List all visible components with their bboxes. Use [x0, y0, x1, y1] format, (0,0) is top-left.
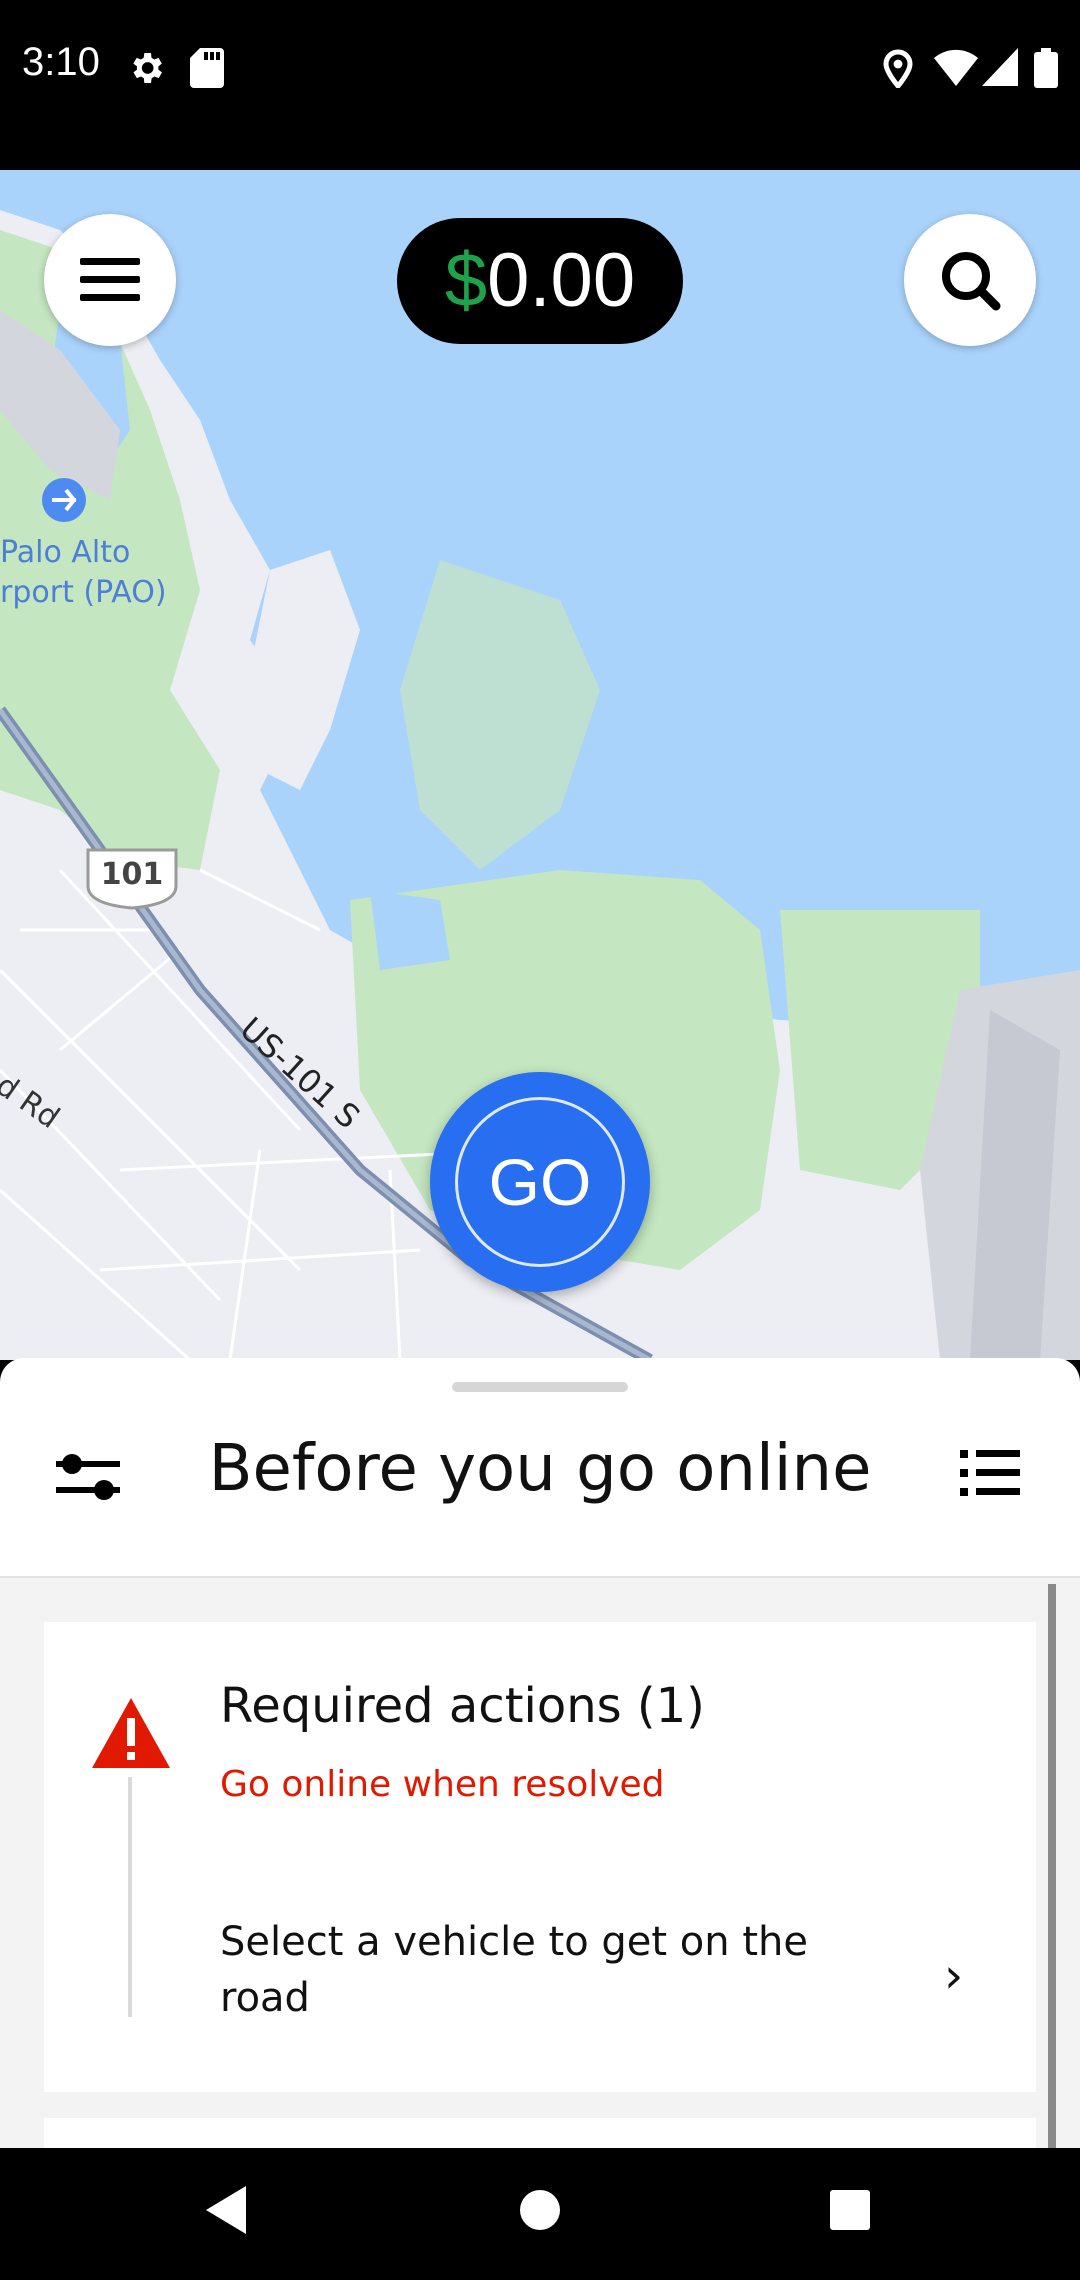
wifi-icon — [934, 49, 978, 86]
bottom-sheet[interactable]: Before you go online Required actions (1… — [0, 1358, 1080, 2148]
battery-icon — [1034, 48, 1058, 88]
go-online-button[interactable]: GO — [430, 1072, 650, 1292]
status-bar: 3:10 — [0, 0, 1080, 170]
status-time: 3:10 — [22, 40, 100, 84]
location-pin-icon — [883, 49, 913, 88]
back-triangle-icon[interactable] — [200, 2180, 252, 2240]
select-vehicle-text: Select a vehicle to get on the road — [220, 1919, 808, 2021]
earnings-currency: $ — [444, 238, 488, 323]
select-vehicle-row[interactable]: Select a vehicle to get on the road › — [44, 1872, 1036, 2062]
next-card-peek — [44, 2118, 1036, 2148]
go-button-label: GO — [488, 1145, 592, 1219]
cellular-signal-icon — [982, 48, 1018, 86]
recents-square-icon[interactable] — [820, 2180, 880, 2240]
warning-triangle-icon — [92, 1698, 170, 1768]
required-actions-subtitle: Go online when resolved — [220, 1764, 665, 1805]
search-icon — [942, 252, 1001, 311]
chevron-right-icon: › — [944, 1948, 964, 2004]
required-actions-card: Required actions (1) Go online when reso… — [44, 1622, 1036, 2092]
list-icon[interactable] — [958, 1440, 1024, 1506]
hamburger-menu-icon — [80, 258, 140, 301]
navigation-bar — [0, 2148, 1080, 2280]
sheet-title: Before you go online — [208, 1432, 872, 1506]
required-actions-title: Required actions (1) — [220, 1678, 705, 1734]
sd-card-icon — [190, 48, 224, 88]
sheet-scrollbar[interactable] — [1048, 1584, 1056, 2148]
earnings-amount: 0.00 — [487, 238, 636, 323]
airport-label-line1: Palo Alto — [0, 535, 130, 570]
highway-shield-label: 101 — [101, 857, 164, 892]
sheet-content[interactable]: Required actions (1) Go online when reso… — [0, 1578, 1080, 2148]
home-circle-icon[interactable] — [510, 2180, 570, 2240]
earnings-pill[interactable]: $0.00 — [397, 218, 683, 344]
sheet-grabber-handle[interactable] — [452, 1382, 628, 1392]
search-button[interactable] — [904, 214, 1036, 346]
airport-label-line2: rport (PAO) — [0, 575, 167, 610]
menu-button[interactable] — [44, 214, 176, 346]
gear-icon — [133, 53, 162, 83]
